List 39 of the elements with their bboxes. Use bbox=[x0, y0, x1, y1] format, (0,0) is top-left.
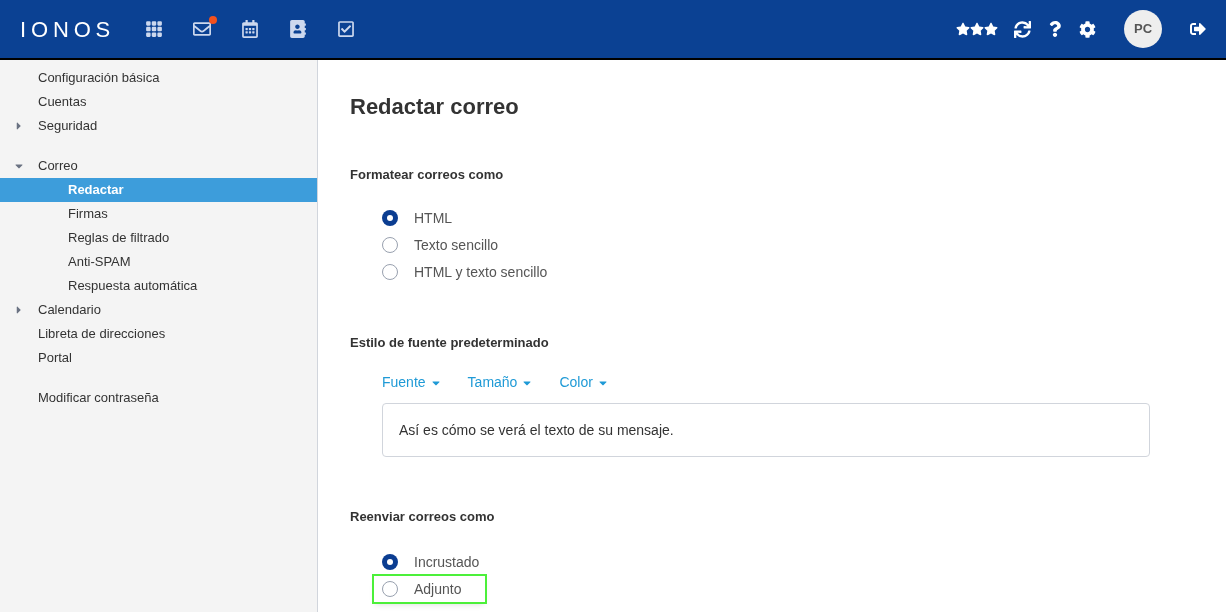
mail-icon bbox=[193, 20, 212, 38]
section-heading: Reenviar correos como bbox=[350, 508, 496, 526]
settings-icon[interactable] bbox=[1079, 20, 1096, 38]
section-heading: Formatear correos como bbox=[350, 166, 505, 184]
radio-button[interactable] bbox=[382, 553, 398, 570]
radio-option[interactable]: Texto sencillo bbox=[374, 231, 523, 258]
checkbox-icon bbox=[337, 20, 356, 38]
grid-icon bbox=[145, 20, 164, 38]
stars-icon[interactable] bbox=[956, 22, 998, 36]
radio-option[interactable]: Incrustado bbox=[374, 548, 504, 575]
sidebar-item[interactable]: Calendario bbox=[0, 298, 317, 322]
section-heading: Estilo de fuente predeterminado bbox=[350, 333, 550, 352]
page-title: Redactar correo bbox=[350, 93, 520, 121]
sidebar-item[interactable]: Anti-SPAM bbox=[0, 250, 317, 274]
radio-option[interactable]: HTML bbox=[374, 204, 477, 231]
sidebar-item[interactable]: Modificar contraseña bbox=[0, 386, 317, 410]
avatar[interactable]: PC bbox=[1124, 10, 1162, 48]
refresh-icon[interactable] bbox=[1014, 20, 1031, 38]
address-book-icon bbox=[289, 20, 308, 38]
sidebar-item[interactable]: Portal bbox=[0, 346, 317, 370]
sidebar-item[interactable]: Respuesta automática bbox=[0, 274, 317, 298]
radio-button[interactable] bbox=[382, 236, 398, 253]
logout-icon[interactable] bbox=[1190, 21, 1206, 37]
sidebar-item[interactable]: Configuración básica bbox=[0, 66, 317, 90]
sidebar-item[interactable]: Cuentas bbox=[0, 90, 317, 114]
sidebar-item[interactable]: Libreta de direcciones bbox=[0, 322, 317, 346]
radio-button[interactable] bbox=[382, 209, 398, 226]
radio-button[interactable] bbox=[382, 580, 398, 597]
radio-option[interactable]: Adjunto bbox=[374, 575, 486, 602]
sidebar-item[interactable]: Firmas bbox=[0, 202, 317, 226]
radio-option[interactable]: HTML y texto sencillo bbox=[374, 258, 572, 285]
sidebar-item[interactable]: Correo bbox=[0, 154, 317, 178]
calendar-icon bbox=[241, 20, 260, 38]
radio-button[interactable] bbox=[382, 263, 398, 280]
help-icon[interactable] bbox=[1047, 21, 1063, 37]
preview-text: Así es cómo se verá el texto de su mensaje. bbox=[399, 420, 674, 440]
logo[interactable]: IONOS bbox=[20, 12, 116, 46]
sidebar-item[interactable]: Reglas de filtrado bbox=[0, 226, 317, 250]
sidebar-item[interactable]: Seguridad bbox=[0, 114, 317, 138]
